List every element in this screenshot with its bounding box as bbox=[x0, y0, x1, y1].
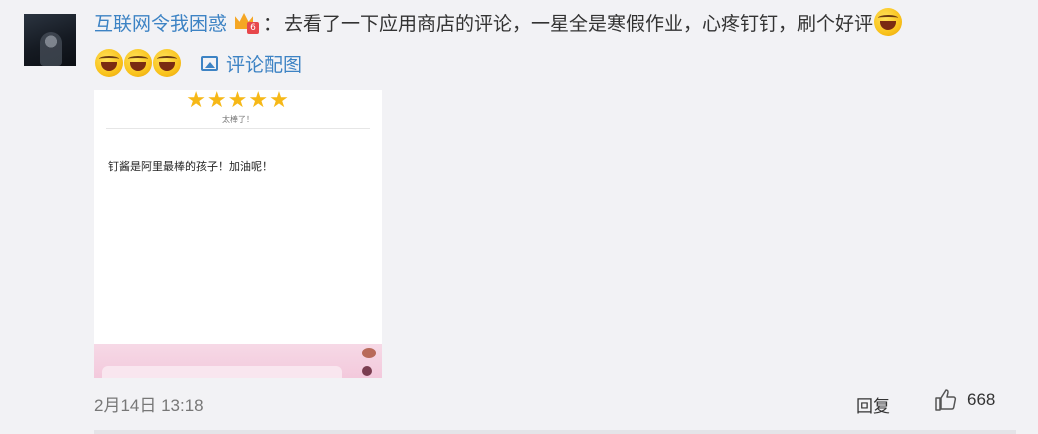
avatar-figure bbox=[40, 32, 62, 66]
keyboard-area bbox=[94, 344, 382, 378]
thumbs-up-icon bbox=[935, 389, 957, 411]
comment-item: 互联网令我困惑 6 ： 去看了一下应用商店的评论，一星全是寒假作业，心疼钉钉，刷… bbox=[0, 0, 1038, 434]
view-image-link[interactable]: 评论配图 bbox=[201, 50, 302, 77]
emoji-dot bbox=[362, 348, 376, 358]
emoji-dot bbox=[362, 366, 372, 376]
picture-icon bbox=[201, 55, 218, 71]
comment-image[interactable]: ★★★★★ 太棒了！ 钉酱是阿里最棒的孩子！加油呢！ bbox=[94, 90, 382, 378]
colon: ： bbox=[263, 12, 283, 35]
comment-text: 去看了一下应用商店的评论，一星全是寒假作业，心疼钉钉，刷个好评 bbox=[284, 12, 874, 35]
level-badge: 6 bbox=[247, 22, 260, 34]
laughing-tears-icon bbox=[153, 49, 181, 77]
divider bbox=[94, 430, 1016, 434]
like-count: 668 bbox=[967, 390, 996, 409]
review-text: 钉酱是阿里最棒的孩子！加油呢！ bbox=[108, 160, 273, 173]
rating-stars: ★★★★★ bbox=[186, 90, 290, 113]
input-bar bbox=[102, 366, 342, 378]
avatar[interactable] bbox=[24, 14, 76, 66]
comment-second-line: 评论配图 bbox=[94, 46, 302, 80]
divider bbox=[106, 128, 370, 129]
laughing-tears-icon bbox=[124, 49, 152, 77]
like-button[interactable]: 668 bbox=[934, 388, 995, 412]
view-image-label: 评论配图 bbox=[226, 53, 303, 76]
reply-button[interactable]: 回复 bbox=[856, 392, 890, 417]
laughing-tears-icon bbox=[95, 49, 123, 77]
vip-crown-icon[interactable]: 6 bbox=[233, 10, 260, 34]
username-link[interactable]: 互联网令我困惑 bbox=[94, 9, 227, 36]
laughing-tears-icon bbox=[874, 8, 903, 36]
timestamp: 2月14日 13:18 bbox=[94, 396, 204, 415]
comment-first-line: 互联网令我困惑 6 ： 去看了一下应用商店的评论，一星全是寒假作业，心疼钉钉，刷… bbox=[94, 6, 903, 38]
rating-caption: 太棒了！ bbox=[222, 115, 254, 124]
